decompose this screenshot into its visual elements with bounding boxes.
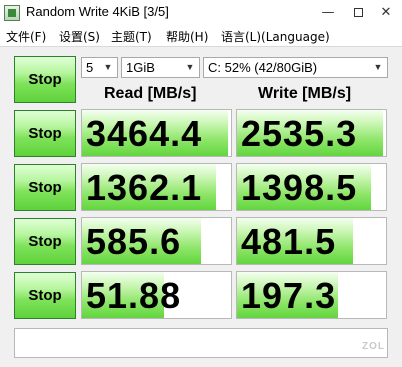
chevron-down-icon: ▼: [185, 62, 195, 72]
write-result: 481.5: [236, 217, 387, 265]
test-count-select[interactable]: 5 ▼: [81, 57, 118, 78]
chevron-down-icon: ▼: [103, 62, 113, 72]
menu-language[interactable]: 语言(L)(Language): [221, 28, 330, 45]
app-icon: [4, 5, 20, 21]
write-result-value: 2535.3: [241, 113, 358, 154]
read-result-value: 585.6: [86, 221, 182, 262]
drive-select[interactable]: C: 52% (42/80GiB) ▼: [203, 57, 388, 78]
read-result-value: 3464.4: [86, 113, 203, 154]
menu-settings[interactable]: 设置(S): [59, 28, 100, 45]
row-stop-button[interactable]: Stop: [14, 272, 76, 319]
window-title: Random Write 4KiB [3/5]: [26, 4, 169, 19]
row-stop-button[interactable]: Stop: [14, 110, 76, 157]
test-count-value: 5: [86, 60, 94, 75]
comment-input[interactable]: [14, 328, 388, 358]
read-result: 1362.1: [81, 163, 232, 211]
read-result-value: 51.88: [86, 275, 182, 316]
write-result: 1398.5: [236, 163, 387, 211]
write-header: Write [MB/s]: [258, 85, 352, 102]
read-result: 585.6: [81, 217, 232, 265]
menu-bar: 文件(F) 设置(S) 主题(T) 帮助(H) 语言(L)(Language): [0, 26, 402, 46]
menu-file[interactable]: 文件(F): [6, 28, 46, 45]
menu-theme[interactable]: 主题(T): [111, 28, 152, 45]
test-size-value: 1GiB: [126, 60, 155, 75]
maximize-icon: [353, 8, 363, 17]
stop-all-button[interactable]: Stop: [14, 56, 76, 103]
read-result-value: 1362.1: [86, 167, 203, 208]
title-bar: Random Write 4KiB [3/5] — ✕: [0, 0, 402, 26]
read-result: 3464.4: [81, 109, 232, 157]
write-result-value: 197.3: [241, 275, 337, 316]
row-stop-button[interactable]: Stop: [14, 164, 76, 211]
test-size-select[interactable]: 1GiB ▼: [121, 57, 200, 78]
read-result: 51.88: [81, 271, 232, 319]
watermark-logo: ZOL: [362, 341, 385, 352]
drive-value: C: 52% (42/80GiB): [208, 60, 318, 75]
close-button[interactable]: ✕: [366, 0, 402, 26]
write-result-value: 1398.5: [241, 167, 358, 208]
write-result-value: 481.5: [241, 221, 337, 262]
write-result: 197.3: [236, 271, 387, 319]
read-header: Read [MB/s]: [104, 85, 197, 102]
write-result: 2535.3: [236, 109, 387, 157]
chevron-down-icon: ▼: [373, 62, 383, 72]
menu-help[interactable]: 帮助(H): [166, 28, 208, 45]
row-stop-button[interactable]: Stop: [14, 218, 76, 265]
